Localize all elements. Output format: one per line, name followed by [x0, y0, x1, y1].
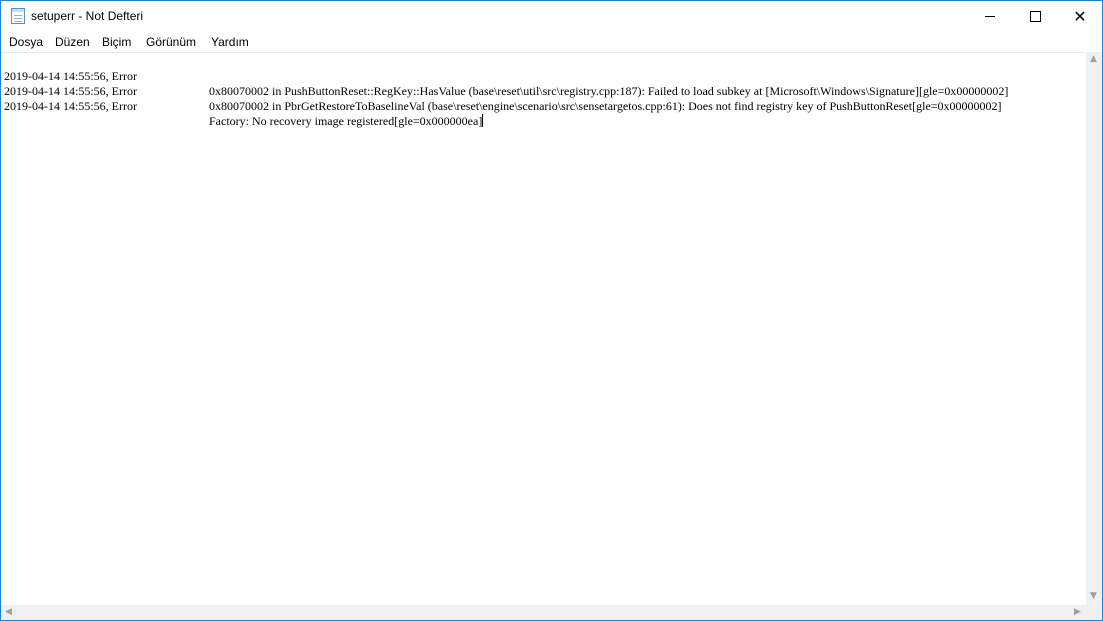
menu-bicim[interactable]: Biçim	[102, 35, 131, 49]
vertical-scrollbar[interactable]: ▲ ▼	[1086, 52, 1102, 605]
text-line-1: 2019-04-14 14:55:56, Error 0x80070002 in…	[4, 54, 1084, 98]
notepad-window: setuperr - Not Defteri ✕ Dosya Düzen Biç…	[0, 0, 1103, 621]
horizontal-scrollbar[interactable]: ◀ ▶	[1, 605, 1086, 620]
text-caret	[482, 114, 484, 127]
menu-dosya[interactable]: Dosya	[9, 35, 43, 49]
minimize-icon	[985, 16, 995, 17]
notepad-icon[interactable]	[11, 8, 25, 24]
scroll-up-icon[interactable]: ▲	[1090, 55, 1097, 64]
scroll-down-icon[interactable]: ▼	[1090, 592, 1097, 601]
text-line-3: 2019-04-14 14:55:56, Error Factory: No r…	[4, 84, 1084, 128]
line-message: 0x80070002 in PbrGetRestoreToBaselineVal…	[209, 99, 1002, 113]
close-button[interactable]: ✕	[1057, 1, 1102, 32]
line-message: Factory: No recovery image registered[gl…	[209, 114, 483, 128]
window-title: setuperr - Not Defteri	[31, 9, 144, 23]
text-line-2: 2019-04-14 14:55:56, Error 0x80070002 in…	[4, 69, 1084, 113]
menu-yardim[interactable]: Yardım	[211, 35, 249, 49]
text-editor[interactable]: 2019-04-14 14:55:56, Error 0x80070002 in…	[1, 52, 1085, 606]
minimize-button[interactable]	[967, 1, 1013, 32]
line-message-with-caret: Factory: No recovery image registered[gl…	[209, 114, 484, 129]
maximize-icon	[1029, 11, 1041, 22]
scroll-left-icon[interactable]: ◀	[5, 608, 12, 617]
menu-bar: Dosya Düzen Biçim Görünüm Yardım	[1, 32, 1102, 52]
line-timestamp: 2019-04-14 14:55:56, Error	[4, 99, 137, 113]
scrollbar-corner	[1086, 605, 1102, 620]
maximize-button[interactable]	[1012, 1, 1058, 32]
close-icon: ✕	[1073, 6, 1087, 26]
menu-gorunum[interactable]: Görünüm	[146, 35, 196, 49]
title-bar[interactable]: setuperr - Not Defteri ✕	[1, 1, 1102, 32]
menu-duzen[interactable]: Düzen	[55, 35, 90, 49]
scroll-right-icon[interactable]: ▶	[1074, 608, 1081, 617]
